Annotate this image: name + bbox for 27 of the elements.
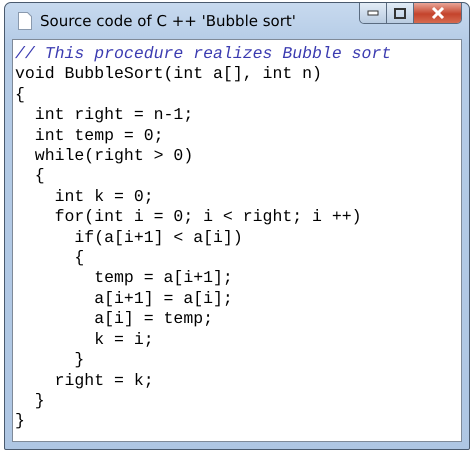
code-line: for(int i = 0; i < right; i ++): [54, 207, 362, 228]
code-line: temp = a[i+1];: [93, 268, 233, 289]
code-line: {: [73, 248, 84, 268]
code-line: {: [15, 84, 25, 106]
code-line: }: [34, 390, 45, 412]
code-line: int right = n-1;: [34, 105, 194, 126]
maximize-icon: [394, 8, 406, 18]
window-title: Source code of C ++ 'Bubble sort': [40, 12, 297, 30]
close-button[interactable]: [414, 3, 461, 23]
code-line: int k = 0;: [54, 186, 154, 208]
code-line: k = i;: [93, 330, 154, 350]
minimize-icon: [367, 10, 379, 16]
code-line: a[i+1] = a[i];: [93, 288, 233, 310]
code-line: right = k;: [54, 370, 154, 391]
code-line: }: [73, 350, 84, 370]
code-line: void BubbleSort(int a[], int n): [15, 64, 322, 85]
code-line: }: [15, 411, 25, 432]
code-line: while(right > 0): [34, 146, 194, 166]
code-line: if(a[i+1] < a[i]): [73, 228, 243, 248]
maximize-button[interactable]: [387, 3, 414, 23]
code-line: // This procedure realizes Bubble sort: [15, 44, 392, 64]
document-icon: [18, 12, 32, 30]
code-line: a[i] = temp;: [93, 309, 214, 330]
close-icon: [430, 7, 444, 19]
code-line: int temp = 0;: [34, 126, 164, 146]
minimize-button[interactable]: [360, 3, 387, 23]
code-line: {: [34, 166, 45, 187]
